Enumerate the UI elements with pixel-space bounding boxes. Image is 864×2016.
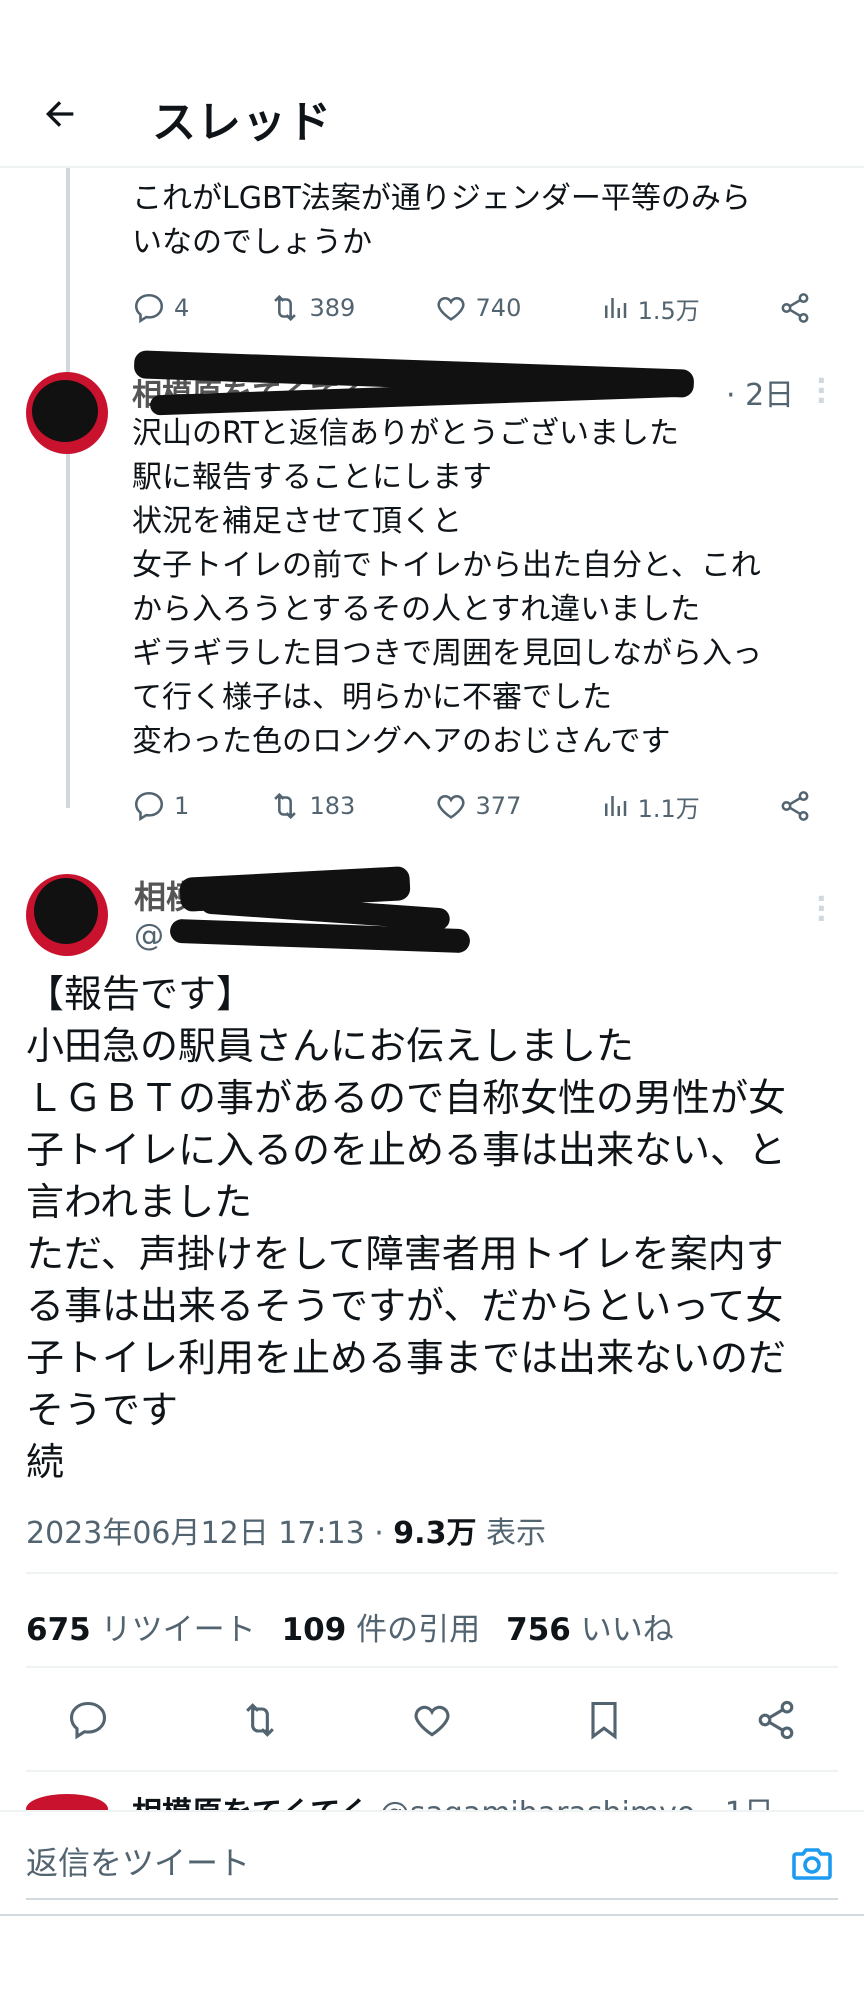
like-button[interactable]: 377 <box>434 786 522 826</box>
main-tweet-actions <box>26 1688 838 1752</box>
author-handle[interactable]: @ <box>134 918 164 953</box>
retweet-button[interactable]: 183 <box>268 786 356 826</box>
reply-input-underline <box>26 1898 838 1900</box>
divider <box>26 1572 838 1574</box>
reply-button[interactable]: 1 <box>132 786 189 826</box>
like-label: いいね <box>580 1612 674 1648</box>
views-button[interactable]: 1.5万 <box>600 288 700 328</box>
share-icon[interactable] <box>754 1698 798 1742</box>
tweet-text: 沢山のRTと返信ありがとうございました 駅に報告することにします 状況を補足させ… <box>132 416 762 759</box>
retweets-stat[interactable]: 675 リツイート <box>26 1604 256 1649</box>
views-icon <box>604 796 626 816</box>
like-icon[interactable] <box>410 1698 454 1742</box>
retweet-count: 183 <box>309 792 356 820</box>
retweet-icon <box>273 294 296 322</box>
quote-label: 件の引用 <box>356 1612 481 1648</box>
quotes-stat[interactable]: 109 件の引用 <box>282 1604 481 1649</box>
like-button[interactable]: 740 <box>434 288 522 328</box>
views-count: 1.5万 <box>637 296 700 325</box>
share-icon <box>781 293 809 323</box>
next-tweet-header: 相模原をてくてく @sagamiharashimyo · 1日 <box>132 1788 832 1810</box>
camera-button[interactable] <box>788 1840 836 1892</box>
reply-input[interactable]: 返信をツイート <box>26 1838 250 1884</box>
back-arrow-icon <box>46 101 74 127</box>
tweet-meta: 2023年06月12日 17:13 · 9.3万 表示 <box>26 1508 546 1552</box>
view-label: 表示 <box>476 1516 546 1551</box>
reply-icon <box>134 791 164 822</box>
meta-separator: · <box>364 1516 394 1551</box>
author-handle[interactable]: @sagamiharashimyo <box>380 1796 695 1810</box>
quote-total: 109 <box>281 1612 347 1648</box>
likes-stat[interactable]: 756 いいね <box>506 1604 674 1649</box>
app-header <box>0 0 864 168</box>
more-icon[interactable]: · · · <box>816 885 827 933</box>
main-tweet-text: 【報告です】 小田急の駅員さんにお伝えしました ＬＧＢＴの事があるので自称女性の… <box>26 972 787 1484</box>
engagement-stats: 675 リツイート 109 件の引用 756 いいね <box>26 1604 674 1649</box>
author-name[interactable]: 相模原をてくてく <box>132 1796 369 1810</box>
header-divider <box>0 166 864 168</box>
retweet-total: 675 <box>26 1612 91 1648</box>
share-icon <box>781 791 809 821</box>
retweet-label: リツイート <box>100 1612 256 1648</box>
reply-button[interactable]: 4 <box>132 288 189 328</box>
reply-count: 1 <box>174 792 190 820</box>
tweet-actions: 4 389 740 1.5万 <box>132 288 812 328</box>
like-icon <box>436 297 465 321</box>
divider <box>26 1770 838 1772</box>
avatar[interactable] <box>26 874 108 956</box>
share-button[interactable] <box>778 786 812 826</box>
views-button[interactable]: 1.1万 <box>600 786 700 826</box>
thread-connector <box>66 168 70 808</box>
share-button[interactable] <box>778 288 812 328</box>
retweet-button[interactable]: 389 <box>268 288 356 328</box>
back-button[interactable] <box>30 84 90 144</box>
like-count: 740 <box>475 294 522 322</box>
like-count: 377 <box>475 792 522 820</box>
reply-icon[interactable] <box>66 1698 110 1742</box>
bookmark-icon[interactable] <box>582 1698 626 1742</box>
tweet-text: これがLGBT法案が通りジェンダー平等のみら いなのでしょうか <box>132 181 751 260</box>
more-icon[interactable]: · · · <box>816 367 827 415</box>
tweet-time[interactable]: · 1日 <box>706 1796 774 1810</box>
tweet-actions: 1 183 377 1.1万 <box>132 786 812 826</box>
like-total: 756 <box>506 1612 571 1648</box>
view-count: 9.3万 <box>393 1516 477 1551</box>
reply-icon <box>134 293 164 324</box>
like-icon <box>436 795 465 819</box>
divider <box>26 1666 838 1668</box>
avatar[interactable] <box>26 372 108 454</box>
page-title: スレッド <box>152 97 332 148</box>
views-icon <box>604 298 626 318</box>
retweet-count: 389 <box>309 294 356 322</box>
bottom-divider <box>0 1914 864 1916</box>
camera-icon <box>792 1848 832 1880</box>
retweet-icon[interactable] <box>238 1698 282 1742</box>
timestamp[interactable]: 2023年06月12日 17:13 <box>26 1516 365 1551</box>
views-count: 1.1万 <box>637 794 700 823</box>
retweet-icon <box>273 792 296 820</box>
tweet-time[interactable]: · 2日 <box>726 370 794 414</box>
reply-count: 4 <box>174 294 190 322</box>
